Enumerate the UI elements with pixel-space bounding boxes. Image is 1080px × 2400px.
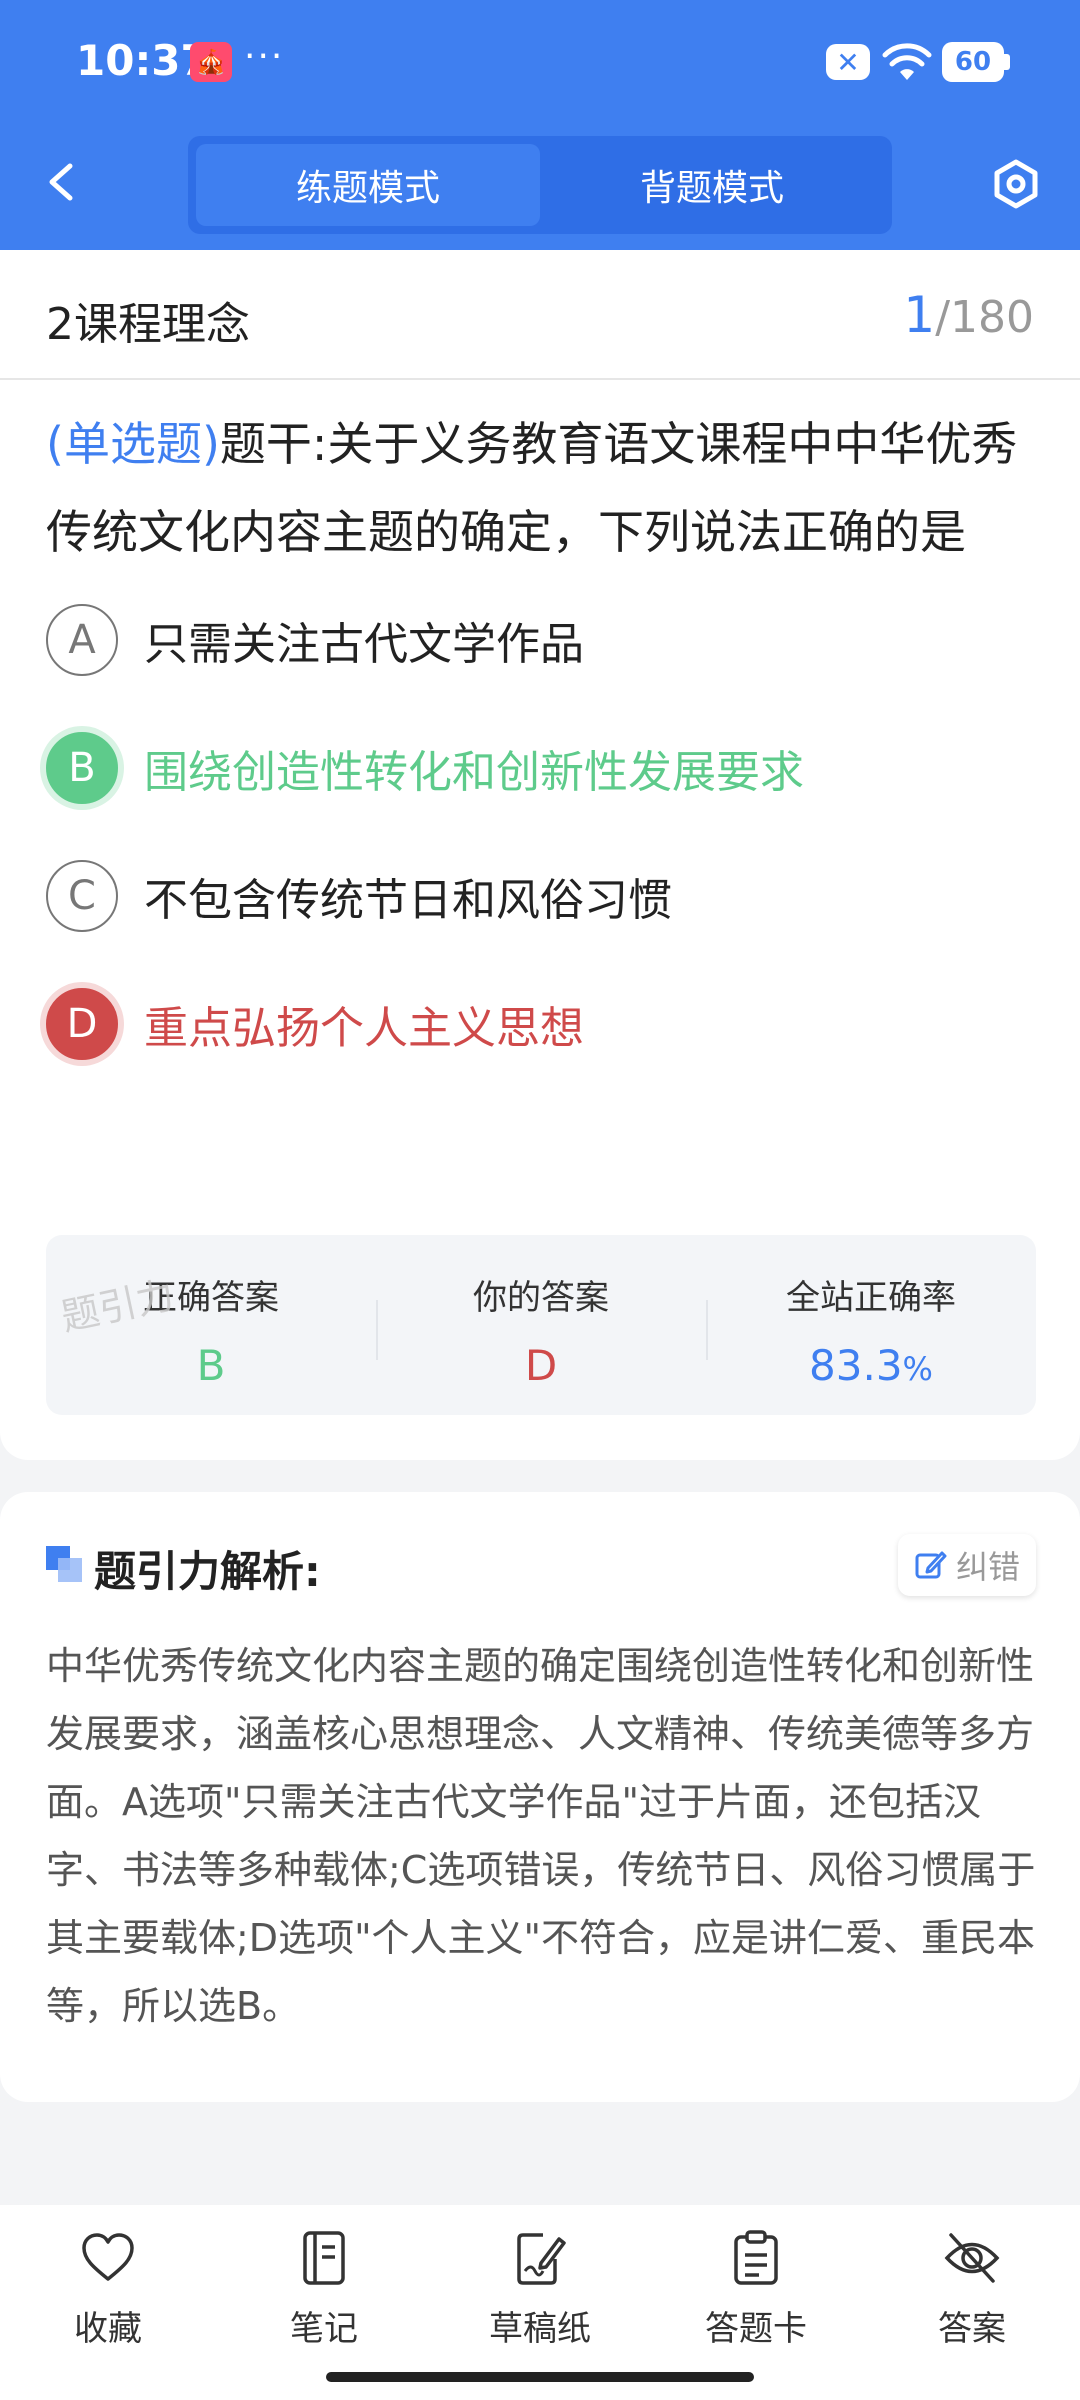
report-error-label: 纠错 [955,1548,1020,1586]
option-letter: A [46,604,118,676]
bottom-toolbar: 收藏 笔记 草稿纸 答题卡 答案 [0,2205,1080,2400]
option-letter: B [46,732,118,804]
option-b-row[interactable]: B 围绕创造性转化和创新性发展要求 [46,728,1036,808]
answer-stats: 正确答案 B 你的答案 D 全站正确率 83.3% [46,1235,1036,1415]
home-indicator [326,2372,754,2382]
notes-button[interactable]: 笔记 [216,2205,432,2400]
nav-label: 笔记 [290,2309,358,2349]
option-c-row[interactable]: C 不包含传统节日和风俗习惯 [46,856,1036,936]
option-d-row[interactable]: D 重点弘扬个人主义思想 [46,984,1036,1064]
analysis-title: 题引力解析: [94,1547,321,1596]
stat-label: 全站正确率 [786,1278,956,1318]
draft-icon [517,2233,566,2285]
edit-icon [915,1551,947,1579]
more-notifications-icon: ··· [244,36,285,77]
battery-icon: 60 [942,42,1010,82]
total-questions: /180 [935,292,1034,343]
stat-site-accuracy: 全站正确率 83.3% [706,1260,1036,1390]
status-bar: 10:37 🎪 ··· ✕ 60 [0,0,1080,125]
app-notification-icon: 🎪 [190,42,232,82]
tab-memorize-mode[interactable]: 背题模式 [540,144,884,226]
accuracy-number: 83.3 [809,1341,903,1390]
wifi-icon [882,43,932,80]
current-question-number: 1 [903,286,936,344]
nav-label: 收藏 [74,2309,142,2349]
option-text: 围绕创造性转化和创新性发展要求 [144,747,804,798]
question-type: (单选题) [46,417,220,471]
stat-your-answer: 你的答案 D [376,1260,706,1390]
show-answer-button[interactable]: 答案 [864,2205,1080,2400]
stat-label: 你的答案 [473,1278,609,1318]
nav-label: 草稿纸 [489,2309,591,2349]
heart-icon [82,2233,134,2281]
question-stem: (单选题)题干:关于义务教育语文课程中中华优秀传统文化内容主题的确定，下列说法正… [46,400,1036,576]
option-text: 重点弘扬个人主义思想 [144,1003,584,1054]
section-header: 2课程理念 1/180 [0,250,1080,380]
stat-value: 83.3% [706,1341,1036,1390]
clipboard-icon [734,2230,778,2285]
option-letter: C [46,860,118,932]
close-icon: ✕ [826,44,870,80]
top-header: 10:37 🎪 ··· ✕ 60 练题模式 背题模式 [0,0,1080,250]
mode-switch: 练题模式 背题模式 [188,136,892,234]
option-letter: D [46,988,118,1060]
nav-label: 答题卡 [705,2309,807,2349]
analysis-icon [46,1546,82,1582]
option-a-row[interactable]: A 只需关注古代文学作品 [46,600,1036,680]
tab-practice-mode[interactable]: 练题模式 [196,144,540,226]
eye-off-icon [944,2233,1000,2283]
option-text: 只需关注古代文学作品 [144,619,584,670]
answer-sheet-button[interactable]: 答题卡 [648,2205,864,2400]
back-icon[interactable] [40,160,84,204]
analysis-text: 中华优秀传统文化内容主题的确定围绕创造性转化和创新性发展要求，涵盖核心思想理念、… [46,1644,1036,2028]
nav-label: 答案 [938,2309,1006,2349]
notebook-icon [303,2231,345,2285]
favorite-button[interactable]: 收藏 [0,2205,216,2400]
option-text: 不包含传统节日和风俗习惯 [144,875,672,926]
accuracy-unit: % [902,1350,933,1388]
question-progress: 1/180 [903,286,1034,344]
section-title: 2课程理念 [46,299,250,350]
settings-icon[interactable] [990,158,1042,210]
report-error-button[interactable]: 纠错 [898,1534,1036,1596]
draft-paper-button[interactable]: 草稿纸 [432,2205,648,2400]
stat-value: D [524,1341,558,1390]
analysis-card: 题引力解析: 纠错 中华优秀传统文化内容主题的确定围绕创造性转化和创新性发展要求… [0,1492,1080,2102]
stat-value: B [196,1341,226,1390]
